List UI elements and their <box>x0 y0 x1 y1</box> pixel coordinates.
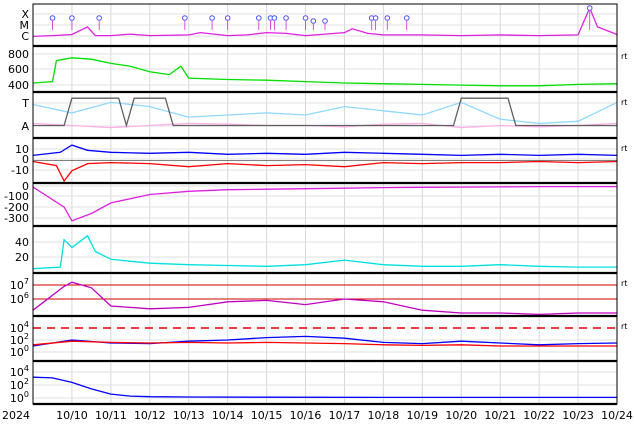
panel-right-marker: rt <box>621 144 627 153</box>
flare-marker <box>256 15 262 21</box>
x-tick-label: 10/19 <box>406 409 438 422</box>
y-tick-label: A <box>21 120 29 133</box>
flare-marker <box>209 15 215 21</box>
panel-right-marker: rt <box>621 322 627 331</box>
flare-marker <box>224 15 231 21</box>
x-tick-label: 10/23 <box>562 409 594 422</box>
x-tick-label: 10/12 <box>134 409 166 422</box>
flare-marker <box>283 15 289 21</box>
x-tick-label: 10/13 <box>173 409 205 422</box>
flare-marker <box>69 15 75 21</box>
flare-marker <box>271 15 278 21</box>
panel-frame <box>32 272 618 317</box>
flare-marker <box>96 15 102 21</box>
flare-marker <box>310 18 317 24</box>
series-line <box>32 335 618 347</box>
x-tick-label: 10/15 <box>251 409 283 422</box>
series-line <box>32 144 618 157</box>
x-year-label: 2024 <box>2 409 30 422</box>
x-tick-label: 10/24 <box>601 409 633 422</box>
panel-right-marker: rt <box>621 52 627 61</box>
panel-right-marker: rt <box>621 98 627 107</box>
series-line <box>32 376 617 399</box>
series-line <box>32 185 617 222</box>
flare-marker <box>384 15 391 21</box>
series-line <box>32 281 617 316</box>
flare-marker <box>372 15 379 21</box>
y-tick-label: 100 <box>10 344 29 359</box>
y-tick-label: 106 <box>10 291 29 306</box>
panel-right-marker: rt <box>621 279 627 288</box>
y-tick-label: 100 <box>10 390 29 405</box>
flare-marker <box>403 15 410 21</box>
panel-frame <box>32 182 618 227</box>
y-tick-label: 20 <box>15 251 29 264</box>
flare-marker <box>322 18 328 24</box>
y-tick-label: 400 <box>8 79 29 92</box>
series-line <box>32 160 618 183</box>
y-tick-label: -10 <box>11 164 29 177</box>
y-tick-label: 40 <box>15 236 29 249</box>
flare-marker <box>182 15 188 21</box>
y-tick-label: T <box>21 97 29 110</box>
x-tick-label: 10/14 <box>212 409 244 422</box>
x-tick-label: 10/16 <box>290 409 322 422</box>
y-tick-label: 600 <box>8 63 29 76</box>
flare-marker <box>49 15 56 21</box>
panel-frame <box>32 315 618 362</box>
y-tick-label: 800 <box>8 48 29 61</box>
x-tick-label: 10/22 <box>523 409 555 422</box>
x-tick-label: 10/18 <box>368 409 400 422</box>
y-tick-label: 107 <box>10 277 29 292</box>
series-line <box>32 57 618 87</box>
series-line <box>32 234 617 270</box>
y-tick-label: C <box>21 30 29 43</box>
x-tick-label: 10/11 <box>95 409 127 422</box>
x-tick-label: 10/17 <box>329 409 361 422</box>
x-tick-label: 10/20 <box>445 409 477 422</box>
series-line <box>33 97 617 128</box>
flare-marker <box>302 15 309 21</box>
x-tick-label: 10/10 <box>56 409 88 422</box>
x-tick-label: 10/21 <box>484 409 516 422</box>
space-weather-stack-chart: XMC800600400rtTArt100-10rt0-100-200-3004… <box>2 3 633 422</box>
flare-marker <box>586 5 593 11</box>
y-tick-label: -300 <box>4 212 29 225</box>
panel-frame <box>32 91 618 139</box>
